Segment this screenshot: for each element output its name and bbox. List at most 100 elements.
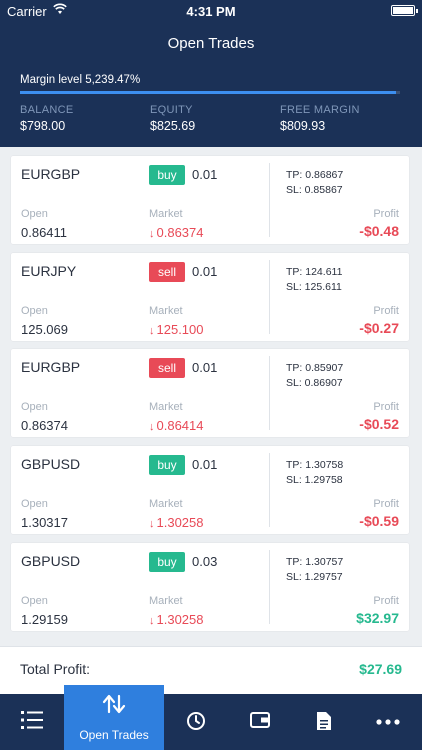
card-divider (269, 453, 270, 527)
trade-card[interactable]: GBPUSD buy 0.03 TP: 1.30757 SL: 1.29757 Open M… (11, 543, 409, 631)
trade-lots: 0.01 (192, 457, 218, 472)
trade-symbol: EURGBP (21, 359, 81, 375)
stop-loss: SL: 125.611 (286, 281, 342, 293)
card-divider (269, 356, 270, 430)
card-divider (269, 163, 270, 237)
market-label: Market (149, 498, 183, 510)
trade-card[interactable]: EURGBP buy 0.01 TP: 0.86867 SL: 0.85867 Open M… (11, 156, 409, 244)
status-time: 4:31 PM (186, 4, 236, 19)
profit-label: Profit (373, 208, 399, 220)
trade-side-badge: buy (149, 455, 185, 475)
total-profit-label: Total Profit: (20, 661, 91, 677)
profit-label: Profit (373, 401, 399, 413)
trade-side-badge: sell (149, 262, 185, 282)
trade-symbol: GBPUSD (21, 553, 81, 569)
take-profit: TP: 124.611 (286, 266, 343, 278)
balance-label: BALANCE (20, 104, 74, 116)
margin-level-label: Margin level 5,239.47% (20, 74, 141, 86)
tab-documents[interactable] (292, 694, 356, 750)
arrow-down-icon: ↓ (149, 421, 155, 433)
arrow-down-icon: ↓ (149, 615, 155, 627)
tab-wallet[interactable] (228, 694, 292, 750)
tab-history[interactable] (164, 694, 228, 750)
market-label: Market (149, 305, 183, 317)
card-divider (269, 260, 270, 334)
take-profit: TP: 0.86867 (286, 169, 344, 181)
margin-level-bar (20, 91, 400, 94)
stop-loss: SL: 0.85867 (286, 184, 343, 196)
clock-icon (187, 712, 205, 730)
open-price: 125.069 (21, 322, 68, 337)
take-profit: TP: 1.30757 (286, 556, 344, 568)
wallet-icon (250, 712, 270, 728)
equity-value: $825.69 (150, 119, 196, 133)
trade-profit: -$0.27 (359, 320, 399, 336)
tab-list[interactable] (0, 694, 64, 750)
market-price-value: 125.100 (156, 322, 204, 337)
free-margin-label: FREE MARGIN (280, 104, 360, 116)
stop-loss: SL: 0.86907 (286, 377, 343, 389)
trade-lots: 0.01 (192, 360, 218, 375)
take-profit: TP: 1.30758 (286, 459, 344, 471)
trade-side-badge: buy (149, 552, 185, 572)
market-price: ↓ 0.86374 (149, 225, 204, 240)
equity-label: EQUITY (150, 104, 193, 116)
tab-open-trades-label: Open Trades (79, 728, 149, 742)
profit-label: Profit (373, 305, 399, 317)
trade-card[interactable]: EURGBP sell 0.01 TP: 0.85907 SL: 0.86907 Open… (11, 349, 409, 437)
list-icon (21, 711, 43, 729)
document-icon (317, 712, 331, 730)
take-profit: TP: 0.85907 (286, 362, 344, 374)
open-label: Open (21, 401, 48, 413)
trade-card[interactable]: GBPUSD buy 0.01 TP: 1.30758 SL: 1.29758 Open M… (11, 446, 409, 534)
market-price: ↓ 0.86414 (149, 418, 204, 433)
more-icon (376, 719, 400, 725)
equity-stat: EQUITY $825.69 (150, 104, 195, 133)
trade-symbol: EURGBP (21, 166, 81, 182)
market-price-value: 0.86414 (156, 418, 204, 433)
tab-open-trades[interactable]: Open Trades (64, 685, 164, 750)
market-price: ↓ 1.30258 (149, 612, 204, 627)
open-price: 1.29159 (21, 612, 68, 627)
battery-icon (391, 5, 418, 16)
arrow-down-icon: ↓ (149, 228, 155, 240)
trade-side-badge: sell (149, 358, 185, 378)
transfer-arrows-icon (102, 694, 126, 714)
card-divider (269, 550, 270, 624)
open-label: Open (21, 498, 48, 510)
arrow-down-icon: ↓ (149, 518, 155, 530)
trade-profit: $32.97 (356, 610, 399, 626)
trade-profit: -$0.48 (359, 223, 399, 239)
tab-bar: Open Trades (0, 685, 422, 750)
market-price-value: 1.30258 (156, 612, 204, 627)
market-price: ↓ 125.100 (149, 322, 204, 337)
market-label: Market (149, 595, 183, 607)
profit-label: Profit (373, 498, 399, 510)
market-label: Market (149, 401, 183, 413)
stop-loss: SL: 1.29757 (286, 571, 343, 583)
market-price-value: 1.30258 (156, 515, 204, 530)
trade-card[interactable]: EURJPY sell 0.01 TP: 124.611 SL: 125.611 Open… (11, 253, 409, 341)
balance-value: $798.00 (20, 119, 66, 133)
open-price: 1.30317 (21, 515, 68, 530)
status-bar: Carrier 4:31 PM (0, 0, 422, 22)
trade-symbol: GBPUSD (21, 456, 81, 472)
trade-profit: -$0.52 (359, 416, 399, 432)
arrow-down-icon: ↓ (149, 325, 155, 337)
trade-lots: 0.01 (192, 167, 218, 182)
page-title: Open Trades (167, 35, 255, 52)
market-label: Market (149, 208, 183, 220)
margin-level-fill (20, 91, 397, 94)
trade-side-badge: buy (149, 165, 185, 185)
market-price-value: 0.86374 (156, 225, 204, 240)
open-label: Open (21, 208, 48, 220)
free-margin-value: $809.93 (280, 119, 326, 133)
trade-lots: 0.03 (192, 554, 218, 569)
profit-label: Profit (373, 595, 399, 607)
stop-loss: SL: 1.29758 (286, 474, 343, 486)
tab-more[interactable] (356, 694, 420, 750)
open-price: 0.86374 (21, 418, 68, 433)
free-margin-stat: FREE MARGIN $809.93 (280, 104, 360, 133)
trade-profit: -$0.59 (359, 513, 399, 529)
open-label: Open (21, 305, 48, 317)
